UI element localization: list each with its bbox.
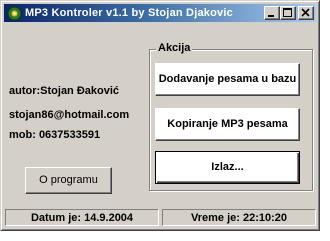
add-songs-button[interactable]: Dodavanje pesama u bazu: [155, 63, 300, 96]
maximize-icon: [283, 8, 292, 17]
close-button[interactable]: [298, 6, 314, 20]
minimize-button[interactable]: [264, 6, 280, 20]
maximize-button[interactable]: [280, 6, 296, 20]
author-label: autor:Stojan Đaković: [9, 85, 120, 97]
window-controls: [264, 6, 314, 20]
window-title: MP3 Kontroler v1.1 by Stojan Djakovic: [25, 7, 233, 19]
status-bar: Datum je: 14.9.2004 Vreme je: 22:10:20: [5, 209, 316, 226]
email-label: stojan86@hotmail.com: [9, 109, 130, 121]
status-time: Vreme je: 22:10:20: [162, 209, 316, 226]
about-button[interactable]: O programu: [25, 167, 112, 194]
copy-mp3-button[interactable]: Kopiranje MP3 pesama: [155, 108, 300, 141]
title-bar[interactable]: MP3 Kontroler v1.1 by Stojan Djakovic: [4, 4, 316, 22]
phone-label: mob: 0637533591: [9, 129, 101, 141]
app-window: MP3 Kontroler v1.1 by Stojan Djakovic au…: [0, 0, 320, 231]
mp3-app-icon[interactable]: [6, 5, 22, 21]
exit-button[interactable]: Izlaz...: [155, 151, 300, 184]
minimize-icon: [268, 15, 274, 17]
status-date: Datum je: 14.9.2004: [5, 209, 159, 226]
close-icon: [301, 8, 310, 17]
group-title: Akcija: [156, 42, 193, 54]
